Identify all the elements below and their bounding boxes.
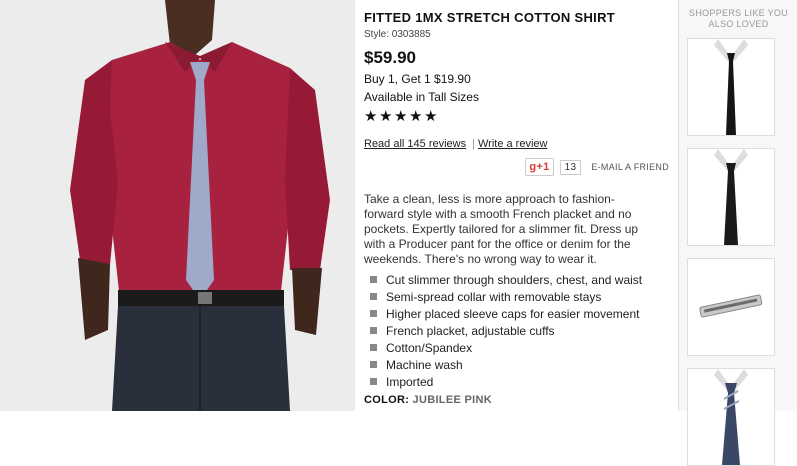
list-item: Semi-spread collar with removable stays xyxy=(370,288,669,305)
bullet-square-icon xyxy=(370,310,377,317)
bullet-square-icon xyxy=(370,361,377,368)
list-item: Higher placed sleeve caps for easier mov… xyxy=(370,305,669,322)
list-item: French placket, adjustable cuffs xyxy=(370,322,669,339)
google-plus-button[interactable]: g+1 xyxy=(525,158,554,176)
product-info: FITTED 1MX STRETCH COTTON SHIRT Style: 0… xyxy=(364,10,669,406)
bullet-square-icon xyxy=(370,344,377,351)
feature-list: Cut slimmer through shoulders, chest, an… xyxy=(370,271,669,390)
feature-text: Cotton/Spandex xyxy=(386,340,473,355)
sidebar-title: SHOPPERS LIKE YOU ALSO LOVED xyxy=(689,8,788,29)
product-photo[interactable] xyxy=(0,0,355,411)
color-row: COLOR: JUBILEE PINK xyxy=(364,394,669,406)
list-item: Machine wash xyxy=(370,356,669,373)
bullet-square-icon xyxy=(370,293,377,300)
feature-text: Imported xyxy=(386,374,434,389)
feature-text: Cut slimmer through shoulders, chest, an… xyxy=(386,272,643,287)
read-reviews-link[interactable]: Read all 145 reviews xyxy=(364,138,466,150)
tall-sizes-text: Available in Tall Sizes xyxy=(364,90,479,104)
recommendations-sidebar: SHOPPERS LIKE YOU ALSO LOVED xyxy=(678,0,797,466)
star-icon: ★ xyxy=(364,108,378,125)
feature-text: Semi-spread collar with removable stays xyxy=(386,289,602,304)
tie-image xyxy=(714,149,748,245)
reviews-row: Read all 145 reviews | Write a review xyxy=(364,138,669,150)
star-icon: ★ xyxy=(379,108,393,125)
star-icon: ★ xyxy=(424,108,438,125)
email-friend-link[interactable]: E-MAIL A FRIEND xyxy=(591,162,669,172)
recommended-item-skinny-tie-1[interactable] xyxy=(687,38,775,136)
bullet-square-icon xyxy=(370,378,377,385)
social-row: g+1 13 E-MAIL A FRIEND xyxy=(364,158,669,176)
feature-text: French placket, adjustable cuffs xyxy=(386,323,555,338)
star-icon: ★ xyxy=(409,108,423,125)
separator: | xyxy=(472,138,475,150)
price: $59.90 xyxy=(364,48,416,67)
google-plus-count: 13 xyxy=(559,159,582,175)
bullet-square-icon xyxy=(370,276,377,283)
bullet-square-icon xyxy=(370,327,377,334)
tie-image xyxy=(714,369,748,465)
list-item: Cut slimmer through shoulders, chest, an… xyxy=(370,271,669,288)
tie-image xyxy=(714,39,748,135)
color-value: JUBILEE PINK xyxy=(412,394,492,406)
recommended-item-striped-tie[interactable] xyxy=(687,368,775,466)
promo-text: Buy 1, Get 1 $19.90 xyxy=(364,72,471,86)
feature-text: Machine wash xyxy=(386,357,463,372)
feature-text: Higher placed sleeve caps for easier mov… xyxy=(386,306,640,321)
star-icon: ★ xyxy=(394,108,408,125)
product-description: Take a clean, less is more approach to f… xyxy=(364,192,639,266)
color-label: COLOR: xyxy=(364,394,410,406)
list-item: Imported xyxy=(370,373,669,390)
model-image xyxy=(0,0,355,411)
style-number: Style: 0303885 xyxy=(364,29,431,40)
recommended-item-tie-bar[interactable] xyxy=(687,258,775,356)
list-item: Cotton/Spandex xyxy=(370,339,669,356)
recommended-item-skinny-tie-2[interactable] xyxy=(687,148,775,246)
write-review-link[interactable]: Write a review xyxy=(478,138,547,150)
product-title: FITTED 1MX STRETCH COTTON SHIRT xyxy=(364,10,616,25)
tie-bar-image xyxy=(699,294,763,318)
rating-stars: ★ ★ ★ ★ ★ xyxy=(364,108,669,126)
